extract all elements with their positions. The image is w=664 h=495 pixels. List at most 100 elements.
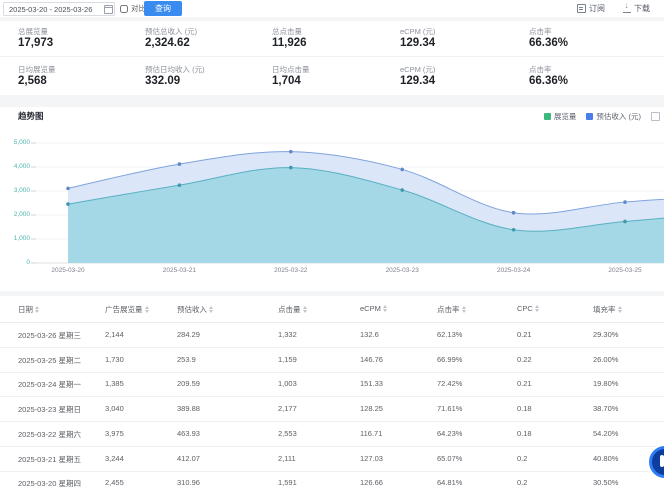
trend-area-chart <box>0 130 664 290</box>
stat-value: 2,568 <box>18 75 47 87</box>
sort-icon[interactable] <box>145 306 149 313</box>
section-divider <box>0 95 664 107</box>
chart-toolbox-icon[interactable] <box>651 112 660 121</box>
column-header[interactable]: 广告展览量 <box>105 304 149 315</box>
table-row: 2025-03-26 星期三2,144284.291,332132.662.13… <box>0 322 664 348</box>
table-cell: 1,159 <box>278 355 297 364</box>
compare-checkbox[interactable] <box>120 5 128 13</box>
table-cell: 0.18 <box>517 429 532 438</box>
y-axis-tick-label: 4,000 <box>2 163 30 170</box>
date-range-input[interactable] <box>3 2 115 16</box>
table-cell: 65.07% <box>437 454 462 463</box>
table-cell: 2025-03-25 星期二 <box>18 355 81 366</box>
x-axis-tick-label: 2025-03-22 <box>261 267 321 274</box>
chart-legend: 展览量预估收入 (元) <box>544 111 660 122</box>
column-header-label: CPC <box>517 304 533 313</box>
table-cell: 126.66 <box>360 478 383 487</box>
table-cell: 3,040 <box>105 404 124 413</box>
subscribe-icon <box>577 4 586 13</box>
y-axis-tick-label: 3,000 <box>2 187 30 194</box>
column-header[interactable]: 填充率 <box>593 304 622 315</box>
table-cell: 310.96 <box>177 478 200 487</box>
calendar-icon[interactable] <box>104 5 113 14</box>
table-cell: 0.2 <box>517 478 527 487</box>
analytics-dashboard: 对比 查询 订阅 下载 总展览量17,973预估总收入 (元)2,324.62总… <box>0 0 664 495</box>
y-axis-tick-label: 1,000 <box>2 235 30 242</box>
table-cell: 2,144 <box>105 330 124 339</box>
x-axis-tick-label: 2025-03-20 <box>38 267 98 274</box>
column-header-label: 填充率 <box>593 304 616 315</box>
legend-item[interactable]: 预估收入 (元) <box>586 111 641 122</box>
legend-item[interactable]: 展览量 <box>544 111 577 122</box>
legend-label: 展览量 <box>554 111 577 122</box>
stat-value: 11,926 <box>272 37 307 49</box>
table-cell: 40.80% <box>593 454 618 463</box>
table-cell: 2025-03-26 星期三 <box>18 330 81 341</box>
table-cell: 38.70% <box>593 404 618 413</box>
table-cell: 1,730 <box>105 355 124 364</box>
table-cell: 146.76 <box>360 355 383 364</box>
stat-value: 66.36% <box>529 75 568 87</box>
table-cell: 62.13% <box>437 330 462 339</box>
stat-label: 总展览量 <box>18 26 48 37</box>
sort-icon[interactable] <box>535 305 539 312</box>
stat-label: 总点击量 <box>272 26 302 37</box>
sort-icon[interactable] <box>209 306 213 313</box>
column-header-label: 广告展览量 <box>105 304 143 315</box>
section-divider <box>0 17 664 21</box>
stat-value: 17,973 <box>18 37 53 49</box>
table-cell: 26.00% <box>593 355 618 364</box>
x-axis-tick-label: 2025-03-23 <box>372 267 432 274</box>
subscribe-button[interactable]: 订阅 <box>577 3 605 14</box>
table-cell: 72.42% <box>437 379 462 388</box>
stat-value: 332.09 <box>145 75 180 87</box>
table-cell: 1,332 <box>278 330 297 339</box>
column-header[interactable]: CPC <box>517 304 539 313</box>
table-cell: 0.21 <box>517 330 532 339</box>
table-cell: 2025-03-24 星期一 <box>18 379 81 390</box>
column-header-label: 点击量 <box>278 304 301 315</box>
column-header-label: 预估收入 <box>177 304 207 315</box>
column-header[interactable]: eCPM <box>360 304 387 313</box>
column-header-label: eCPM <box>360 304 381 313</box>
query-button[interactable]: 查询 <box>144 1 182 16</box>
table-cell: 2025-03-20 星期四 <box>18 478 81 489</box>
sort-icon[interactable] <box>383 305 387 312</box>
table-row: 2025-03-20 星期四2,455310.961,591126.6664.8… <box>0 470 664 495</box>
y-axis-tick-label: 0 <box>2 259 30 266</box>
sort-icon[interactable] <box>462 306 466 313</box>
legend-swatch-icon <box>586 113 593 120</box>
stat-value: 129.34 <box>400 75 435 87</box>
stat-value: 129.34 <box>400 37 435 49</box>
stat-label: 预估总收入 (元) <box>145 26 197 37</box>
stats-divider <box>0 56 664 57</box>
column-header[interactable]: 点击率 <box>437 304 466 315</box>
table-cell: 2,177 <box>278 404 297 413</box>
y-axis-tick-label: 2,000 <box>2 211 30 218</box>
stat-value: 66.36% <box>529 37 568 49</box>
table-cell: 151.33 <box>360 379 383 388</box>
column-header[interactable]: 日期 <box>18 304 39 315</box>
chart-title: 趋势图 <box>18 110 44 122</box>
table-row: 2025-03-24 星期一1,385209.591,003151.3372.4… <box>0 371 664 397</box>
download-button[interactable]: 下载 <box>623 3 650 14</box>
compare-checkbox-group[interactable]: 对比 <box>120 3 146 14</box>
sort-icon[interactable] <box>618 306 622 313</box>
sort-icon[interactable] <box>35 306 39 313</box>
table-row: 2025-03-22 星期六3,975463.932,553116.7164.2… <box>0 421 664 447</box>
column-header[interactable]: 预估收入 <box>177 304 213 315</box>
legend-swatch-icon <box>544 113 551 120</box>
column-header[interactable]: 点击量 <box>278 304 307 315</box>
stat-label: 日均展览量 <box>18 64 56 75</box>
table-cell: 54.20% <box>593 429 618 438</box>
table-cell: 66.99% <box>437 355 462 364</box>
sort-icon[interactable] <box>303 306 307 313</box>
table-header-row: 日期 广告展览量 预估收入 点击量 eCPM 点击率 CPC 填充率 <box>0 296 664 323</box>
stat-label: eCPM (元) <box>400 64 435 75</box>
table-cell: 2025-03-23 星期日 <box>18 404 81 415</box>
table-cell: 284.29 <box>177 330 200 339</box>
table-cell: 2025-03-22 星期六 <box>18 429 81 440</box>
table-cell: 253.9 <box>177 355 196 364</box>
column-header-label: 点击率 <box>437 304 460 315</box>
table-cell: 19.80% <box>593 379 618 388</box>
